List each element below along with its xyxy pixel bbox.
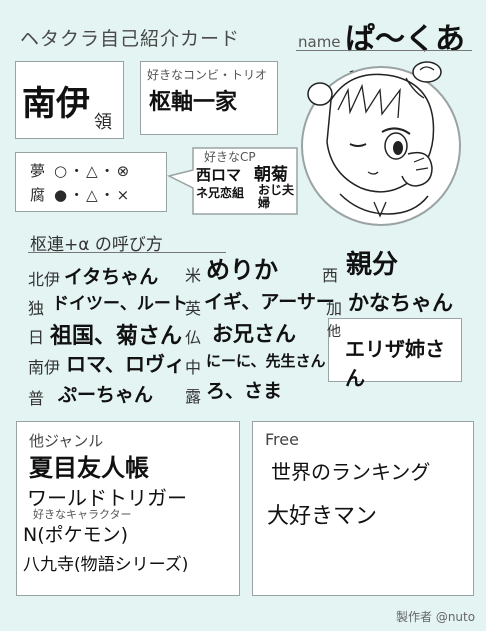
nickname-country: 南伊 — [28, 358, 61, 377]
nickname-country: 独 — [28, 299, 45, 318]
nickname-country: 米 — [185, 266, 202, 285]
nickname-value: イギ、アーサー — [204, 291, 335, 313]
cp-value-2: 朝菊 — [254, 165, 288, 185]
dream-label: 夢 — [30, 162, 46, 180]
character-value: 南伊 — [22, 84, 90, 124]
fujo-label: 腐 — [30, 186, 46, 204]
genres-box: 他ジャンル 夏目友人帳 ワールドトリガー 好きなキャラクター N(ポケモン) 八… — [16, 421, 240, 596]
dream-symbols: ○・△・⊗ — [54, 162, 132, 180]
nickname-country: 仏 — [185, 328, 202, 347]
nickname-value: 祖国、菊さん — [50, 324, 183, 349]
nickname-country: 加 — [326, 299, 343, 318]
cp-value-1: 西ロマ — [196, 166, 242, 184]
nickname-country: 西 — [322, 266, 339, 285]
name-label: name — [298, 33, 341, 51]
preference-box: 夢 ○・△・⊗ 腐 ●・△・× — [15, 152, 167, 212]
character-box: 南伊 領 — [15, 61, 124, 139]
nickname-country: 中 — [185, 358, 202, 377]
portrait-illustration — [301, 61, 461, 226]
combi-label: 好きなコンビ・トリオ — [147, 68, 268, 82]
character-suffix: 領 — [94, 112, 112, 133]
free-label: Free — [265, 430, 299, 449]
card-title: ヘタクラ自己紹介カード — [20, 28, 241, 50]
other-value: エリザ姉さん — [345, 337, 445, 390]
nickname-value: ドイツー、ルート — [52, 294, 188, 314]
cp-value-4: おじ夫婦 — [258, 183, 295, 210]
combi-box: 好きなコンビ・トリオ 枢軸一家 — [140, 61, 278, 135]
nickname-value: ろ、さま — [206, 380, 283, 402]
genre-item: 夏目友人帳 — [29, 454, 149, 482]
nickname-value: にーに、先生さん — [206, 352, 326, 370]
nickname-value: イタちゃん — [64, 266, 159, 288]
chara-item: 八九寺(物語シリーズ) — [23, 555, 189, 575]
fujo-symbols: ●・△・× — [54, 186, 132, 204]
nickname-country: 英 — [185, 299, 202, 318]
nickname-country: 普 — [28, 389, 45, 408]
free-box: Free 世界のランキング 大好きマン — [252, 421, 474, 596]
combi-value: 枢軸一家 — [149, 90, 238, 115]
nickname-country: 北伊 — [28, 270, 61, 289]
nickname-value: お兄さん — [212, 322, 296, 346]
nickname-value: めりか — [206, 256, 278, 284]
nicknames-underline — [28, 252, 226, 253]
nickname-value: ロマ、ロヴィ — [66, 352, 185, 376]
nickname-country: 露 — [185, 387, 202, 406]
nickname-value: 親分 — [346, 250, 399, 280]
chara-item: N(ポケモン) — [23, 524, 129, 546]
nickname-value: ぷーちゃん — [58, 384, 154, 406]
name-underline — [296, 50, 472, 51]
cp-value-3: ネ兄恋組 — [196, 186, 245, 200]
free-text: 世界のランキング — [271, 460, 431, 484]
other-nickname-box: 他 エリザ姉さん — [327, 318, 462, 390]
nickname-country: 日 — [28, 328, 45, 347]
free-text: 大好きマン — [267, 504, 378, 529]
nickname-value: かなちゃん — [348, 291, 453, 315]
cp-label: 好きなCP — [204, 150, 256, 164]
other-label: 他 — [327, 324, 341, 340]
credit: 製作者 @nuto — [396, 610, 476, 624]
